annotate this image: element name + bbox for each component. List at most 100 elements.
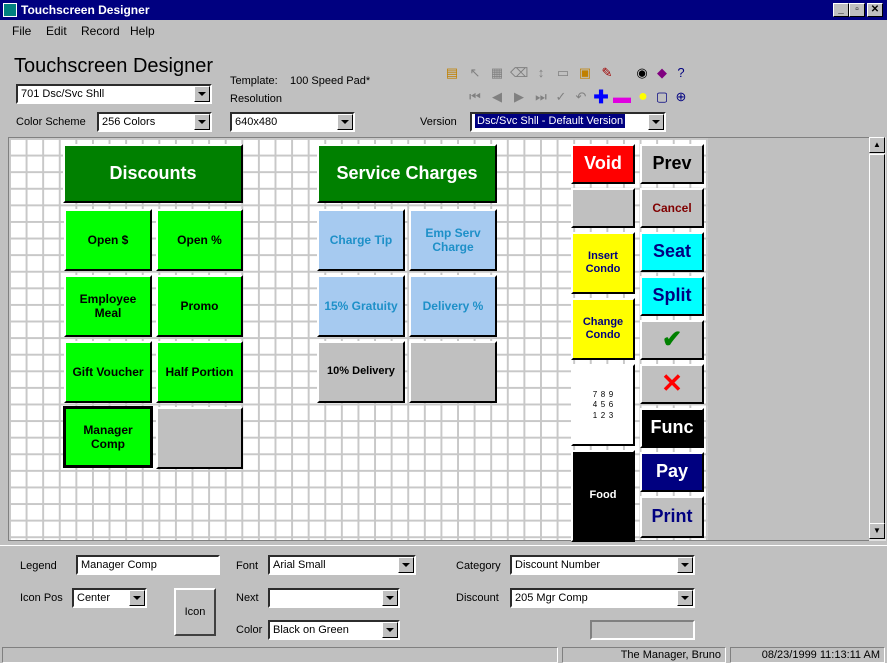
next-icon[interactable]: ▶ (510, 88, 528, 106)
charge-tip-button[interactable]: Charge Tip (317, 209, 405, 271)
template-value: 100 Speed Pad* (290, 75, 371, 87)
confirm-check-icon[interactable]: ✔ (640, 320, 704, 360)
color-select[interactable]: Black on Green (268, 620, 400, 640)
new-icon[interactable]: ▣ (576, 64, 594, 82)
empty-button[interactable] (571, 188, 635, 228)
speech-icon[interactable]: ● (634, 88, 652, 106)
gratuity-button[interactable]: 15% Gratuity (317, 275, 405, 337)
version-select[interactable]: Dsc/Svc Shll - Default Version (470, 112, 666, 132)
scroll-down-icon[interactable]: ▼ (869, 523, 885, 539)
resolution-value: 640x480 (235, 116, 278, 128)
sort-icon[interactable]: ↕ (532, 64, 550, 82)
screen-select-value: 701 Dsc/Svc Shll (21, 88, 105, 100)
keypad-button[interactable]: 7 8 9 4 5 6 1 2 3 (571, 364, 635, 446)
help-icon[interactable]: ? (672, 64, 690, 82)
delete-icon[interactable]: ⌫ (510, 64, 528, 82)
discounts-header[interactable]: Discounts (63, 144, 243, 203)
scroll-up-icon[interactable]: ▲ (869, 137, 885, 153)
keypad-digit: 3 (608, 410, 614, 420)
delivery-10-button[interactable]: 10% Delivery (317, 341, 405, 403)
func-button[interactable]: Func (640, 408, 704, 448)
icon-pos-select[interactable]: Center (72, 588, 147, 608)
keypad-digit: 5 (600, 400, 606, 410)
split-button[interactable]: Split (640, 276, 704, 316)
book-icon[interactable]: ◆ (653, 64, 671, 82)
change-condo-button[interactable]: Change Condo (571, 298, 635, 360)
font-select[interactable]: Arial Small (268, 555, 416, 575)
paste-icon[interactable]: ▭ (554, 64, 572, 82)
empty-button[interactable] (156, 407, 243, 469)
insert-condo-button[interactable]: Insert Condo (571, 232, 635, 294)
add-icon[interactable]: ✚ (592, 88, 610, 106)
open-percent-button[interactable]: Open % (156, 209, 243, 271)
undo-icon[interactable]: ↶ (572, 88, 590, 106)
open-icon[interactable]: ▤ (443, 64, 461, 82)
maximize-button[interactable]: ▫ (849, 3, 865, 17)
empty-button[interactable] (409, 341, 497, 403)
pay-button[interactable]: Pay (640, 452, 704, 492)
last-icon[interactable]: ⏭ (532, 88, 550, 106)
menu-help[interactable]: Help (130, 24, 155, 38)
resolution-select[interactable]: 640x480 (230, 112, 355, 132)
chevron-down-icon[interactable] (648, 114, 664, 130)
prev-button[interactable]: Prev (640, 144, 704, 184)
next-select[interactable] (268, 588, 400, 608)
remove-icon[interactable]: ▬ (613, 88, 631, 106)
chevron-down-icon[interactable] (194, 114, 210, 130)
screen-select[interactable]: 701 Dsc/Svc Shll (16, 84, 212, 104)
promo-button[interactable]: Promo (156, 275, 243, 337)
cursor-icon[interactable]: ↖ (466, 64, 484, 82)
keypad-grid: 7 8 9 4 5 6 1 2 3 (592, 390, 615, 421)
category-value: Discount Number (515, 559, 600, 571)
print-button[interactable]: Print (640, 496, 704, 538)
category-select[interactable]: Discount Number (510, 555, 695, 575)
title-bar: Touchscreen Designer _ ▫ ✕ (0, 0, 887, 20)
prev-icon[interactable]: ◀ (488, 88, 506, 106)
chevron-down-icon[interactable] (398, 557, 414, 573)
find-icon[interactable]: ◉ (633, 64, 651, 82)
chevron-down-icon[interactable] (382, 622, 398, 638)
food-button[interactable]: Food (571, 450, 635, 542)
half-portion-button[interactable]: Half Portion (156, 341, 243, 403)
void-button[interactable]: Void (571, 144, 635, 184)
status-message (2, 647, 558, 663)
close-button[interactable]: ✕ (867, 3, 883, 17)
menu-file[interactable]: File (12, 24, 31, 38)
network-icon[interactable]: ⊕ (672, 88, 690, 106)
manager-comp-button[interactable]: Manager Comp (63, 406, 153, 468)
color-scheme-select[interactable]: 256 Colors (97, 112, 212, 132)
open-dollar-button[interactable]: Open $ (64, 209, 152, 271)
first-icon[interactable]: ⏮ (466, 88, 484, 106)
scroll-thumb[interactable] (869, 154, 885, 526)
gift-voucher-button[interactable]: Gift Voucher (64, 341, 152, 403)
chevron-down-icon[interactable] (382, 590, 398, 606)
next-label: Next (236, 592, 259, 604)
chevron-down-icon[interactable] (677, 590, 693, 606)
window-title: Touchscreen Designer (21, 3, 150, 17)
chevron-down-icon[interactable] (129, 590, 145, 606)
keypad-digit: 2 (600, 410, 606, 420)
chevron-down-icon[interactable] (677, 557, 693, 573)
service-charges-header[interactable]: Service Charges (317, 144, 497, 203)
cancel-button[interactable]: Cancel (640, 188, 704, 228)
vertical-scrollbar[interactable]: ▲ ▼ (869, 137, 886, 541)
emp-serv-charge-button[interactable]: Emp Serv Charge (409, 209, 497, 271)
copy-icon[interactable]: ▦ (488, 64, 506, 82)
icon-pos-value: Center (77, 592, 111, 604)
menu-edit[interactable]: Edit (46, 24, 67, 38)
legend-input[interactable]: Manager Comp (76, 555, 220, 575)
version-value: Dsc/Svc Shll - Default Version (475, 114, 626, 128)
menu-record[interactable]: Record (81, 24, 120, 38)
discount-select[interactable]: 205 Mgr Comp (510, 588, 695, 608)
cancel-x-icon[interactable]: ✕ (640, 364, 704, 404)
chevron-down-icon[interactable] (194, 86, 210, 102)
wand-icon[interactable]: ✎ (598, 64, 616, 82)
seat-button[interactable]: Seat (640, 232, 704, 272)
check-icon[interactable]: ✓ (552, 88, 570, 106)
monitor-icon[interactable]: ▢ (653, 88, 671, 106)
employee-meal-button[interactable]: Employee Meal (64, 275, 152, 337)
icon-button[interactable]: Icon (174, 588, 216, 636)
chevron-down-icon[interactable] (337, 114, 353, 130)
delivery-percent-button[interactable]: Delivery % (409, 275, 497, 337)
minimize-button[interactable]: _ (833, 3, 849, 17)
